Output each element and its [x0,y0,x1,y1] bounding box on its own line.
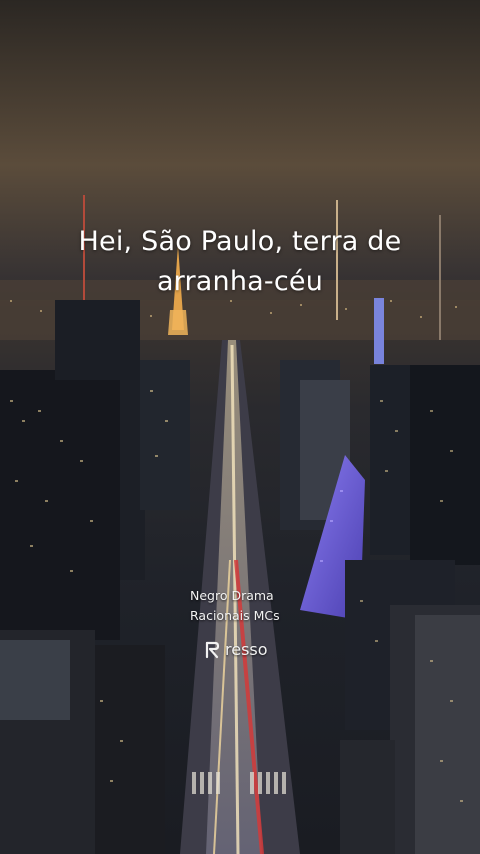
city-night-background [0,0,480,854]
lyric-caption: Hei, São Paulo, terra de arranha-céu [0,222,480,302]
lyric-line-2: arranha-céu [156,266,324,297]
lyric-line-1: Hei, São Paulo, terra de [78,226,402,257]
track-title: Negro Drama [190,588,274,603]
track-artist: Racionais MCs [190,608,280,623]
resso-logo-icon [204,641,220,659]
resso-brand-text: resso [225,640,268,659]
resso-watermark: resso [204,640,268,659]
video-frame[interactable]: Hei, São Paulo, terra de arranha-céu Neg… [0,0,480,854]
track-info: Negro Drama Racionais MCs [190,586,280,626]
